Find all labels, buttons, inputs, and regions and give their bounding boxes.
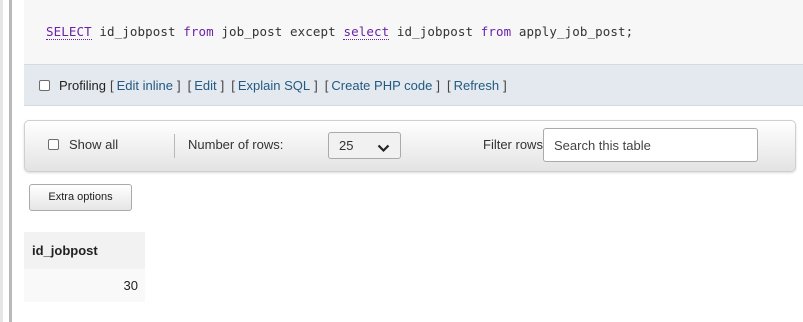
profiling-label[interactable]: Profiling [59,78,106,93]
edit-link[interactable]: Edit [194,78,216,93]
show-all-checkbox-icon[interactable] [48,139,59,150]
left-rule-inner [9,0,12,322]
profiling-bar: Profiling [Edit inline] [Edit] [Explain … [24,64,803,106]
table-row: 30 [24,269,145,302]
table-cell[interactable]: 30 [24,269,145,302]
sql-text: id_jobpost [389,24,481,39]
rows-per-page-value: 25 [339,138,354,153]
bracket: ] [176,77,181,93]
bracket: [ [109,77,114,93]
create-php-code-link[interactable]: Create PHP code [331,78,432,93]
left-rule-outer [0,0,3,322]
sql-keyword-select[interactable]: SELECT [46,24,92,40]
search-table-input[interactable] [543,128,758,162]
bracket: ] [220,77,225,93]
sql-text: id_jobpost [91,24,184,39]
chevron-down-icon [377,141,390,156]
separator [174,134,175,158]
bracket: [ [446,77,451,93]
refresh-link[interactable]: Refresh [454,78,500,93]
bracket: ] [436,77,440,93]
edit-inline-link[interactable]: Edit inline [117,78,173,93]
bracket: [ [231,77,235,93]
sql-query: SELECT id_jobpost from job_post except s… [46,24,634,40]
bracket: [ [324,77,329,93]
table-header-row: id_jobpost [24,232,145,269]
sql-query-box: SELECT id_jobpost from job_post except s… [24,0,803,65]
column-header-id-jobpost[interactable]: id_jobpost [24,232,145,269]
navigation-bar: Show all Number of rows: 25 Filter rows: [24,120,796,172]
sql-text: job_post except [213,24,344,39]
bracket: ] [503,77,507,93]
bracket: [ [187,77,192,93]
extra-options-button[interactable]: Extra options [29,184,132,211]
sql-text: apply_job_post; [511,24,634,39]
show-all-label[interactable]: Show all [69,137,118,152]
sql-keyword-from: from [183,24,214,39]
explain-sql-link[interactable]: Explain SQL [238,78,310,93]
bracket: ] [314,77,318,93]
sql-keyword-select[interactable]: select [343,24,390,40]
filter-rows-label: Filter rows: [483,137,547,152]
number-of-rows-label: Number of rows: [188,137,284,152]
rows-per-page-select[interactable]: 25 [328,132,401,159]
sql-keyword-from: from [480,24,512,39]
results-table: id_jobpost 30 [24,232,145,302]
profiling-checkbox-icon[interactable] [39,79,50,91]
